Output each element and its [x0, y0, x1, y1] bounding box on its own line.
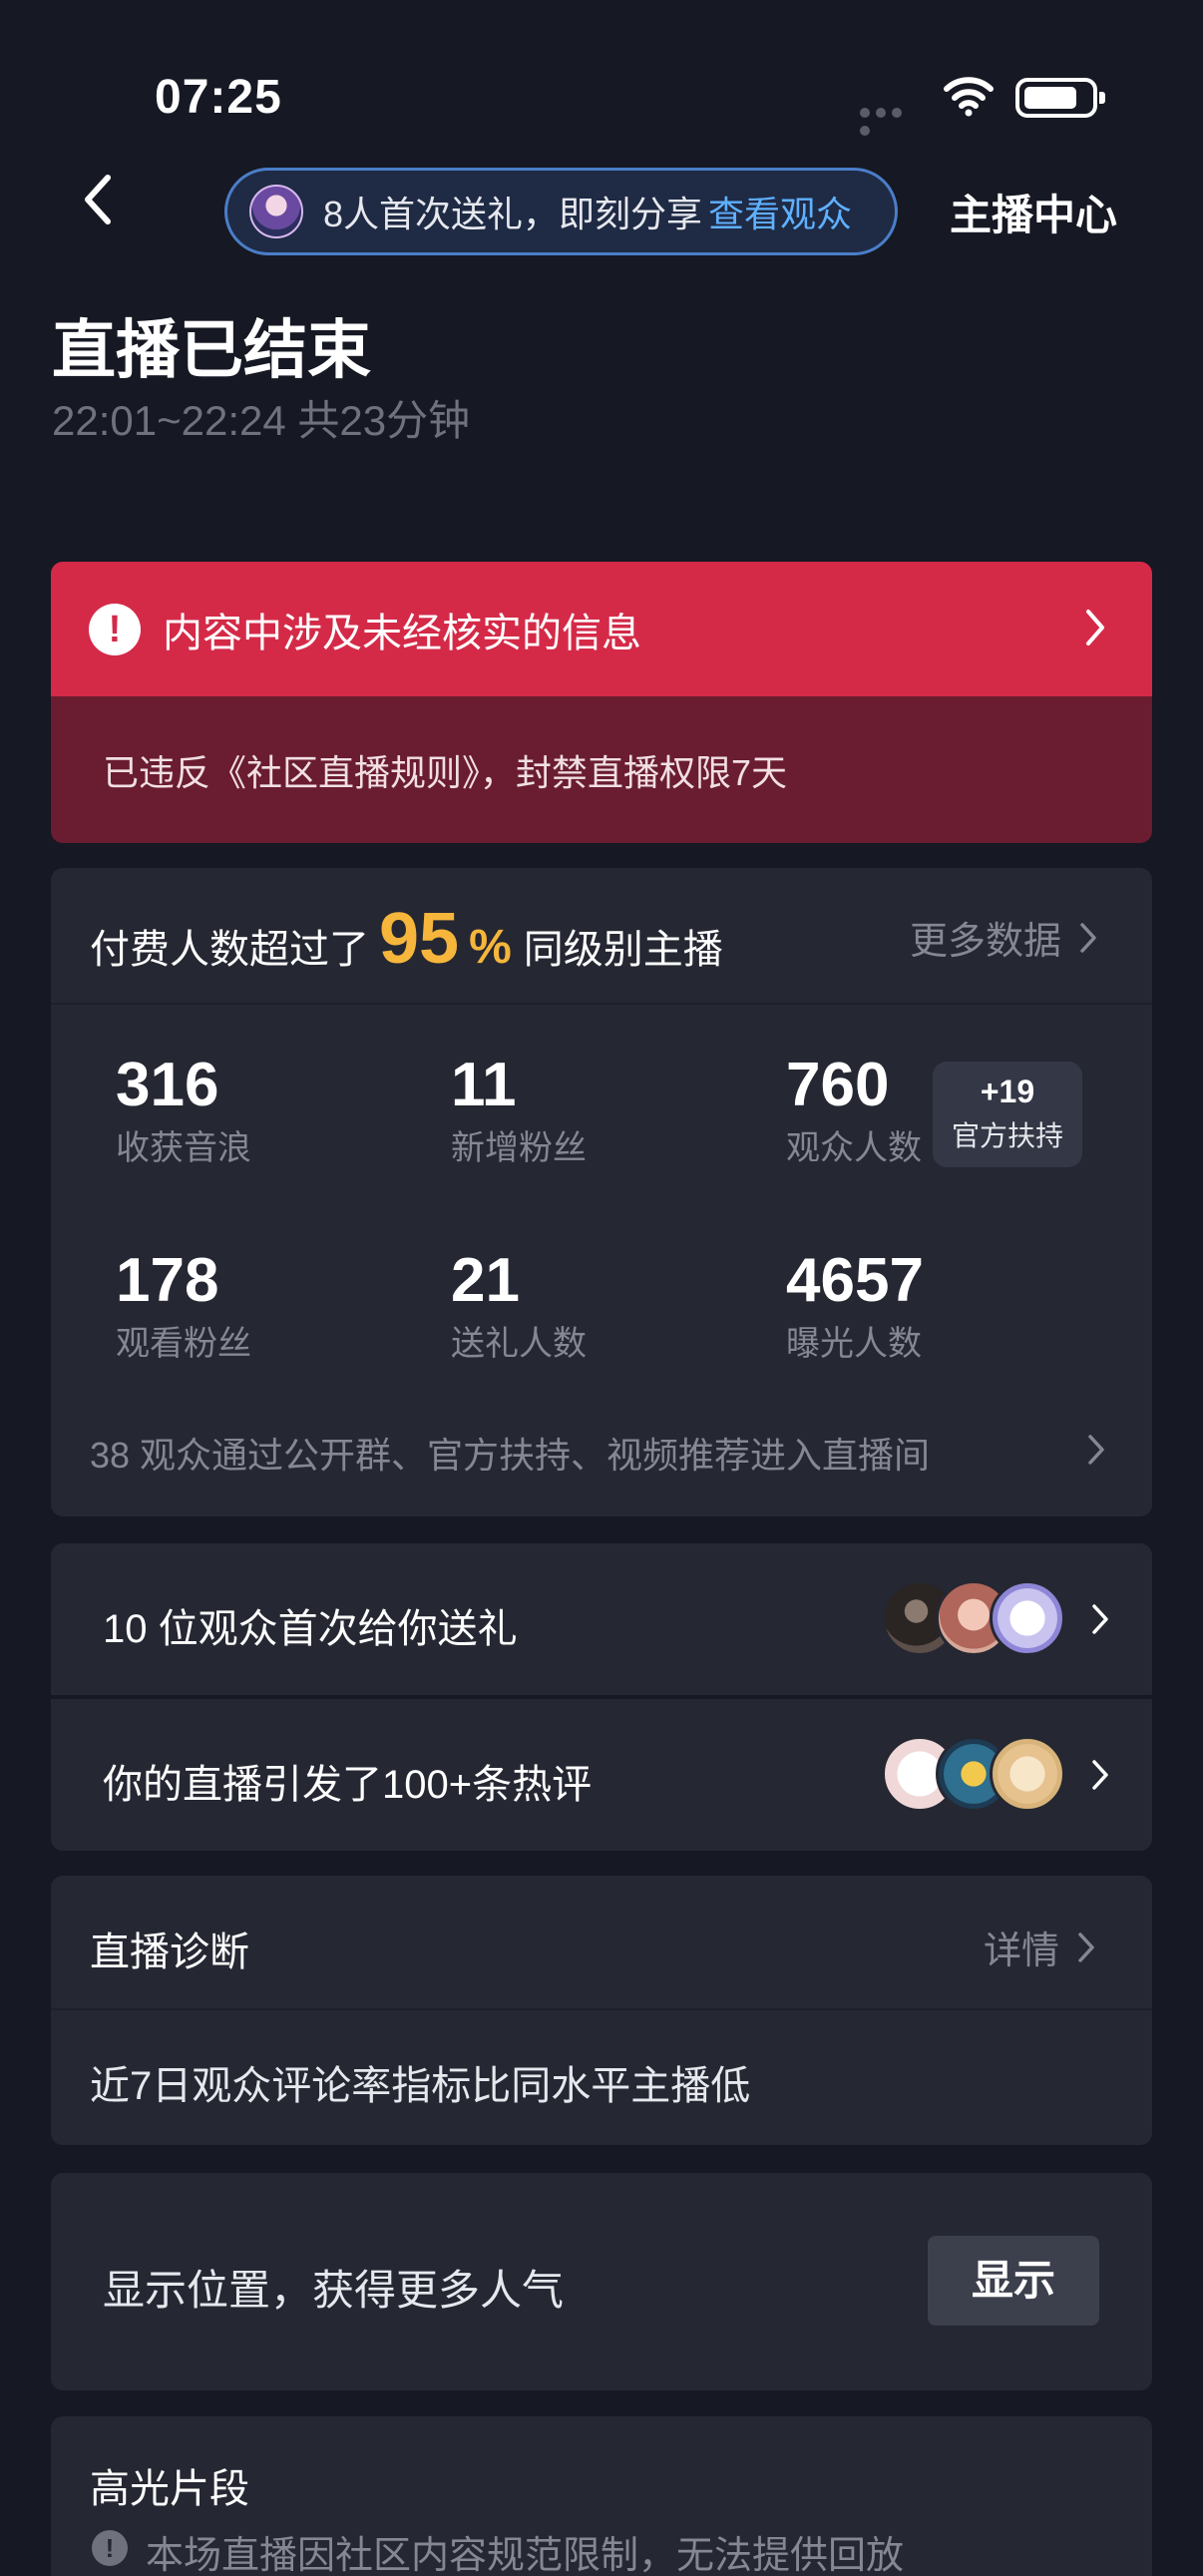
headline-prefix: 付费人数超过了 — [90, 928, 369, 972]
official-support-badge: +19 官方扶持 — [933, 1062, 1082, 1167]
chevron-right-icon — [1092, 1604, 1108, 1634]
rank-percent-sign: % — [469, 921, 512, 974]
chevron-right-icon — [1080, 922, 1096, 953]
divider — [51, 2008, 1152, 2010]
rank-percent: 95 — [379, 899, 460, 979]
avatar — [990, 1580, 1065, 1656]
highlights-title: 高光片段 — [90, 2467, 249, 2511]
stat-gifters: 21 送礼人数 — [451, 1245, 587, 1365]
show-location-button[interactable]: 显示 — [928, 2236, 1099, 2326]
headline-suffix: 同级别主播 — [523, 928, 723, 972]
anchor-center-link[interactable]: 主播中心 — [950, 182, 1117, 242]
stat-value: 760 — [786, 1051, 890, 1119]
stat-exposure: 4657 曝光人数 — [786, 1245, 924, 1365]
stat-label: 收获音浪 — [116, 1129, 251, 1167]
viewer-avatar — [249, 185, 303, 238]
badge-label: 官方扶持 — [951, 1120, 1063, 1151]
paying-rank-headline: 付费人数超过了 95 % 同级别主播 — [90, 903, 723, 975]
status-time: 07:25 — [155, 71, 282, 124]
signal-dots-icon — [860, 105, 922, 136]
battery-icon — [1015, 78, 1105, 118]
view-audience-link[interactable]: 查看观众 — [708, 186, 852, 237]
chevron-right-icon — [1078, 1932, 1094, 1962]
stat-label: 曝光人数 — [786, 1325, 922, 1363]
stat-income: 316 收获音浪 — [116, 1050, 251, 1169]
stat-viewers: 760 观众人数 — [786, 1050, 922, 1169]
stat-label: 新增粉丝 — [451, 1129, 587, 1167]
more-data-link[interactable]: 更多数据 — [910, 910, 1099, 965]
page-title: 直播已结束 — [52, 314, 371, 386]
stat-label: 观看粉丝 — [116, 1325, 251, 1363]
stat-value: 4657 — [786, 1246, 924, 1315]
alert-icon: ! — [89, 603, 141, 655]
avatar — [990, 1736, 1065, 1812]
back-arrow-icon[interactable] — [78, 170, 118, 229]
diagnosis-detail-link[interactable]: 详情 — [984, 1920, 1097, 1974]
stat-label: 观众人数 — [786, 1129, 922, 1167]
entry-source-note[interactable]: 38 观众通过公开群、官方扶持、视频推荐进入直播间 — [90, 1427, 930, 1479]
violation-detail: 已违反《社区直播规则》，封禁直播权限7天 — [51, 696, 1152, 843]
gift-notice-text: 8人首次送礼，即刻分享 — [323, 194, 700, 234]
wifi-icon — [944, 77, 994, 117]
diagnosis-title: 直播诊断 — [90, 1931, 249, 1974]
stat-value: 178 — [116, 1246, 219, 1315]
chevron-right-icon — [1088, 1435, 1104, 1465]
more-data-label: 更多数据 — [910, 921, 1062, 963]
chevron-right-icon — [1092, 1760, 1108, 1790]
diagnosis-detail-label: 详情 — [984, 1931, 1060, 1972]
stat-value: 11 — [451, 1051, 517, 1119]
diagnosis-body: 近7日观众评论率指标比同水平主播低 — [90, 2064, 751, 2108]
first-gift-text: 10 位观众首次给你送礼 — [103, 1607, 518, 1651]
badge-value: +19 — [980, 1073, 1035, 1109]
stat-value: 316 — [116, 1051, 219, 1119]
chevron-right-icon — [1086, 610, 1104, 645]
stat-new-fans: 11 新增粉丝 — [451, 1050, 587, 1169]
stat-value: 21 — [451, 1246, 520, 1315]
live-time-range: 22:01~22:24 共23分钟 — [52, 397, 471, 444]
stat-label: 送礼人数 — [451, 1325, 587, 1363]
violation-description: 已违反《社区直播规则》，封禁直播权限7天 — [103, 751, 788, 793]
violation-banner[interactable]: ! 内容中涉及未经核实的信息 — [51, 562, 1152, 696]
violation-title: 内容中涉及未经核实的信息 — [163, 611, 641, 655]
stat-watching-fans: 178 观看粉丝 — [116, 1245, 251, 1365]
location-prompt: 显示位置，获得更多人气 — [103, 2267, 565, 2314]
gift-notice-banner[interactable]: 8人首次送礼，即刻分享 查看观众 — [224, 168, 898, 255]
info-icon: ! — [92, 2530, 128, 2566]
hot-comments-text: 你的直播引发了100+条热评 — [103, 1763, 593, 1807]
highlights-note: 本场直播因社区内容规范限制，无法提供回放 — [146, 2535, 905, 2576]
